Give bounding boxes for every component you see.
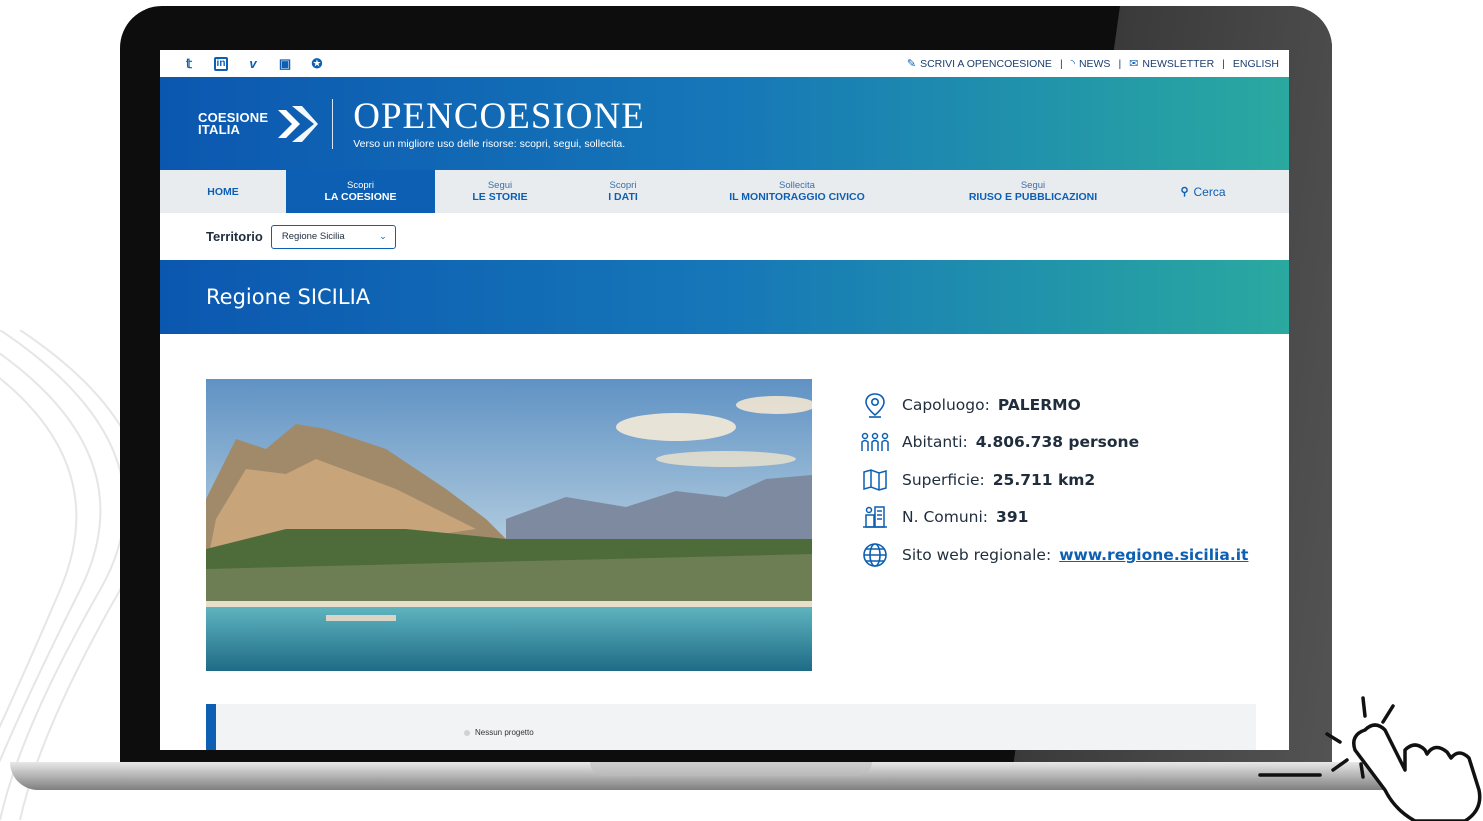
territory-label: Territorio [206,229,263,244]
nav-big-label: I DATI [608,191,638,203]
nav-search-label: Cerca [1193,184,1226,199]
nav-big-label: IL MONITORAGGIO CIVICO [729,191,865,203]
english-link[interactable]: ENGLISH [1233,58,1279,70]
region-banner: Regione SICILIA [160,260,1289,334]
flickr-icon[interactable]: ▣ [278,56,292,72]
nav-big-label: LE STORIE [472,191,528,203]
city-icon [860,504,890,530]
fact-capoluogo: Capoluogo: PALERMO [860,386,1248,424]
fact-label: Abitanti: [902,433,968,452]
fact-value: 25.711 km2 [992,470,1096,489]
nav-monitoraggio[interactable]: Sollecita IL MONITORAGGIO CIVICO [681,170,913,213]
coesione-mark-icon [278,105,319,142]
news-label: NEWS [1078,58,1111,70]
region-content: Capoluogo: PALERMO Abitanti: 4.806.738 p… [160,334,1289,750]
page: 𝕥 in v ▣ ✪ ✎ SCRIVI A OPENCOESIONE | ◝ NEW… [0,0,1483,821]
site-subtitle: Verso un migliore uso delle risorse: sco… [353,137,626,150]
twitter-icon[interactable]: 𝕥 [182,56,196,72]
social-links: 𝕥 in v ▣ ✪ [182,56,324,72]
pencil-icon: ✎ [906,58,917,70]
nav-big-label: RIUSO E PUBBLICAZIONI [968,191,1098,203]
mail-icon: ✉ [1129,58,1139,70]
region-facts: Capoluogo: PALERMO Abitanti: 4.806.738 p… [860,386,1248,574]
laptop-frame: 𝕥 in v ▣ ✪ ✎ SCRIVI A OPENCOESIONE | ◝ NEW… [120,6,1332,776]
site-header: COESIONE ITALIA OPENCOESIONE Verso un mi… [160,77,1289,170]
browser-screen: 𝕥 in v ▣ ✪ ✎ SCRIVI A OPENCOESIONE | ◝ NEW… [160,50,1289,750]
fact-abitanti: Abitanti: 4.806.738 persone [860,424,1248,462]
logo-line2: ITALIA [198,121,241,137]
write-link[interactable]: ✎ SCRIVI A OPENCOESIONE [907,57,1052,70]
nav-small-label: Segui [487,180,513,191]
main-nav: HOME Scopri LA COESIONE Segui LE STORIE … [160,170,1289,213]
globe-icon [860,542,890,568]
fact-value: 4.806.738 persone [975,433,1140,452]
newsletter-link[interactable]: ✉ NEWSLETTER [1129,57,1214,70]
regional-website-link[interactable]: www.regione.sicilia.it [1059,546,1248,564]
fact-comuni: N. Comuni: 391 [860,499,1248,537]
projects-panel: Nessun progetto [206,704,1256,750]
nav-coesione[interactable]: Scopri LA COESIONE [286,170,435,213]
territory-row: Territorio Regione Sicilia ⌄ [160,213,1289,260]
people-icon [860,429,890,455]
write-label: SCRIVI A OPENCOESIONE [920,58,1052,70]
news-link[interactable]: ◝ NEWS [1071,57,1111,70]
linkedin-icon[interactable]: in [214,56,228,71]
utility-bar: 𝕥 in v ▣ ✪ ✎ SCRIVI A OPENCOESIONE | ◝ NEW… [160,50,1289,77]
no-project-label: Nessun progetto [475,728,534,737]
utility-links: ✎ SCRIVI A OPENCOESIONE | ◝ NEWS | ✉ NEWSLE… [907,57,1279,71]
hand-pointer-icon [1258,696,1482,821]
logo-divider [332,98,334,149]
nav-small-label: Sollecita [779,180,815,191]
chevron-down-icon: ⌄ [379,231,387,241]
search-icon: ⚲ [1180,186,1189,198]
separator: | [1118,57,1122,70]
nav-home-label: HOME [207,185,239,198]
legend-item: Nessun progetto [464,728,534,737]
fact-label: Capoluogo: [902,395,990,414]
fact-label: N. Comuni: [902,508,989,527]
vimeo-icon[interactable]: v [246,56,260,71]
panel-accent [206,704,216,750]
nav-search[interactable]: ⚲ Cerca [1153,170,1253,213]
nav-big-label: LA COESIONE [324,191,397,203]
nav-small-label: Scopri [347,180,374,191]
territory-selected: Regione Sicilia [281,231,345,242]
nav-storie[interactable]: Segui LE STORIE [435,170,565,213]
region-photo [206,379,812,671]
map-icon [860,467,890,493]
nav-dati[interactable]: Scopri I DATI [565,170,681,213]
map-pin-icon [860,392,890,418]
nav-home[interactable]: HOME [160,170,286,213]
nav-riuso[interactable]: Segui RIUSO E PUBBLICAZIONI [913,170,1153,213]
newsletter-label: NEWSLETTER [1142,58,1215,70]
site-title: OPENCOESIONE [353,95,645,137]
coesione-italia-logo[interactable]: COESIONE ITALIA [198,111,268,137]
fact-sito: Sito web regionale: www.regione.sicilia.… [860,536,1248,574]
bookmark-icon[interactable]: ✪ [310,56,324,72]
fact-label: Sito web regionale: [902,545,1052,564]
fact-value: PALERMO [997,395,1081,414]
legend-dot [464,729,470,736]
separator: | [1222,57,1225,70]
brand-block[interactable]: OPENCOESIONE Verso un migliore uso delle… [353,95,645,150]
laptop-notch [590,762,872,776]
fact-superficie: Superficie: 25.711 km2 [860,461,1248,499]
rss-icon: ◝ [1070,58,1075,70]
region-title: Regione SICILIA [206,285,371,309]
fact-label: Superficie: [902,470,985,489]
nav-small-label: Segui [1020,180,1046,191]
separator: | [1059,57,1063,70]
territory-select[interactable]: Regione Sicilia ⌄ [270,224,396,249]
fact-value: 391 [996,508,1029,527]
nav-small-label: Scopri [609,180,637,191]
